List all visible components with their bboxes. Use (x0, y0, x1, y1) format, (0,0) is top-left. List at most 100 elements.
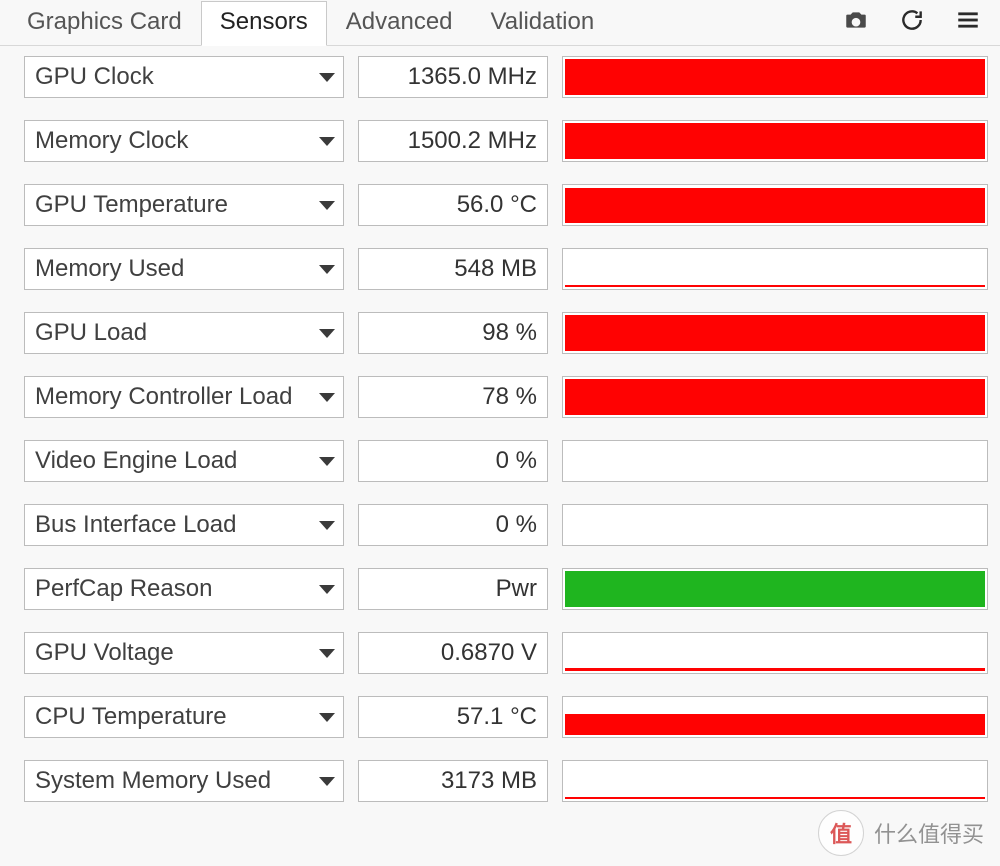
tab-label: Graphics Card (27, 8, 182, 35)
sensor-name-dropdown[interactable]: Memory Clock (24, 120, 344, 162)
sensor-name: GPU Clock (35, 63, 154, 91)
tab-validation[interactable]: Validation (472, 1, 614, 46)
sensor-row: PerfCap Reason Pwr (24, 568, 988, 610)
sensor-name-dropdown[interactable]: GPU Load (24, 312, 344, 354)
sensor-graph-fill (565, 379, 985, 415)
sensor-graph[interactable] (562, 248, 988, 290)
sensor-value-text: 1365.0 MHz (408, 63, 537, 91)
chevron-down-icon (319, 137, 335, 146)
refresh-icon[interactable] (898, 6, 926, 34)
sensor-value-text: 98 % (482, 319, 537, 347)
sensor-row: Memory Used 548 MB (24, 248, 988, 290)
sensor-value[interactable]: 3173 MB (358, 760, 548, 802)
sensor-value-text: 0 % (496, 511, 537, 539)
top-icons (842, 6, 982, 34)
sensor-name-dropdown[interactable]: GPU Voltage (24, 632, 344, 674)
sensor-row: GPU Voltage 0.6870 V (24, 632, 988, 674)
sensor-graph[interactable] (562, 504, 988, 546)
sensor-value-text: 0 % (496, 447, 537, 475)
sensor-name: Memory Used (35, 255, 184, 283)
sensor-graph-fill (565, 797, 985, 799)
sensor-graph[interactable] (562, 760, 988, 802)
sensor-value[interactable]: 0.6870 V (358, 632, 548, 674)
tabs: Graphics Card Sensors Advanced Validatio… (8, 0, 613, 45)
sensor-value[interactable]: 548 MB (358, 248, 548, 290)
chevron-down-icon (319, 521, 335, 530)
chevron-down-icon (319, 777, 335, 786)
sensor-row: Video Engine Load 0 % (24, 440, 988, 482)
sensor-name: Memory Clock (35, 127, 188, 155)
sensor-row: CPU Temperature 57.1 °C (24, 696, 988, 738)
sensor-value-text: 56.0 °C (457, 191, 537, 219)
sensor-graph-fill (565, 315, 985, 351)
sensor-name-dropdown[interactable]: Bus Interface Load (24, 504, 344, 546)
sensor-row: GPU Clock 1365.0 MHz (24, 56, 988, 98)
chevron-down-icon (319, 585, 335, 594)
sensor-value[interactable]: 57.1 °C (358, 696, 548, 738)
sensor-value[interactable]: 1500.2 MHz (358, 120, 548, 162)
sensor-name-dropdown[interactable]: GPU Temperature (24, 184, 344, 226)
sensor-name-dropdown[interactable]: Memory Controller Load (24, 376, 344, 418)
sensor-value-text: 57.1 °C (457, 703, 537, 731)
sensor-name: CPU Temperature (35, 703, 227, 731)
sensor-value[interactable]: 0 % (358, 440, 548, 482)
sensor-name: GPU Voltage (35, 639, 174, 667)
tab-label: Advanced (346, 8, 453, 35)
sensor-value[interactable]: Pwr (358, 568, 548, 610)
sensor-name: PerfCap Reason (35, 575, 212, 603)
sensor-graph-fill (565, 668, 985, 671)
chevron-down-icon (319, 265, 335, 274)
sensor-graph-fill (565, 59, 985, 95)
sensor-name-dropdown[interactable]: Video Engine Load (24, 440, 344, 482)
camera-icon[interactable] (842, 6, 870, 34)
sensor-graph[interactable] (562, 56, 988, 98)
tab-sensors[interactable]: Sensors (201, 1, 327, 46)
tab-advanced[interactable]: Advanced (327, 1, 472, 46)
sensor-row: System Memory Used 3173 MB (24, 760, 988, 802)
tab-graphics-card[interactable]: Graphics Card (8, 1, 201, 46)
sensor-row: GPU Temperature 56.0 °C (24, 184, 988, 226)
sensor-graph[interactable] (562, 696, 988, 738)
sensor-name: Bus Interface Load (35, 511, 236, 539)
chevron-down-icon (319, 649, 335, 658)
sensor-graph[interactable] (562, 440, 988, 482)
sensor-row: Bus Interface Load 0 % (24, 504, 988, 546)
sensor-graph-fill (565, 285, 985, 287)
sensor-value[interactable]: 0 % (358, 504, 548, 546)
sensor-value[interactable]: 56.0 °C (358, 184, 548, 226)
sensor-rows: GPU Clock 1365.0 MHz Memory Clock 1500.2 MH… (0, 46, 1000, 802)
sensor-graph[interactable] (562, 312, 988, 354)
sensor-row: Memory Clock 1500.2 MHz (24, 120, 988, 162)
watermark-text: 什么值得买 (874, 817, 984, 849)
sensor-graph-fill (565, 123, 985, 159)
sensor-name: System Memory Used (35, 767, 271, 795)
sensor-value-text: Pwr (496, 575, 537, 603)
sensor-name: Memory Controller Load (35, 383, 292, 411)
sensor-graph[interactable] (562, 120, 988, 162)
sensor-graph[interactable] (562, 568, 988, 610)
gpuz-window: Graphics Card Sensors Advanced Validatio… (0, 0, 1000, 866)
sensor-name-dropdown[interactable]: CPU Temperature (24, 696, 344, 738)
sensor-value[interactable]: 1365.0 MHz (358, 56, 548, 98)
sensor-name-dropdown[interactable]: PerfCap Reason (24, 568, 344, 610)
sensor-row: GPU Load 98 % (24, 312, 988, 354)
sensor-graph[interactable] (562, 184, 988, 226)
sensor-value-text: 3173 MB (441, 767, 537, 795)
watermark-badge: 值 (818, 810, 864, 856)
chevron-down-icon (319, 457, 335, 466)
sensor-name-dropdown[interactable]: System Memory Used (24, 760, 344, 802)
sensor-graph[interactable] (562, 632, 988, 674)
menu-icon[interactable] (954, 6, 982, 34)
sensor-name-dropdown[interactable]: GPU Clock (24, 56, 344, 98)
sensor-name: GPU Load (35, 319, 147, 347)
sensor-name: Video Engine Load (35, 447, 237, 475)
sensor-graph[interactable] (562, 376, 988, 418)
sensor-value[interactable]: 98 % (358, 312, 548, 354)
sensor-name-dropdown[interactable]: Memory Used (24, 248, 344, 290)
sensor-value[interactable]: 78 % (358, 376, 548, 418)
sensor-graph-fill (565, 571, 985, 607)
chevron-down-icon (319, 393, 335, 402)
sensor-value-text: 1500.2 MHz (408, 127, 537, 155)
top-bar: Graphics Card Sensors Advanced Validatio… (0, 0, 1000, 46)
sensor-name: GPU Temperature (35, 191, 228, 219)
